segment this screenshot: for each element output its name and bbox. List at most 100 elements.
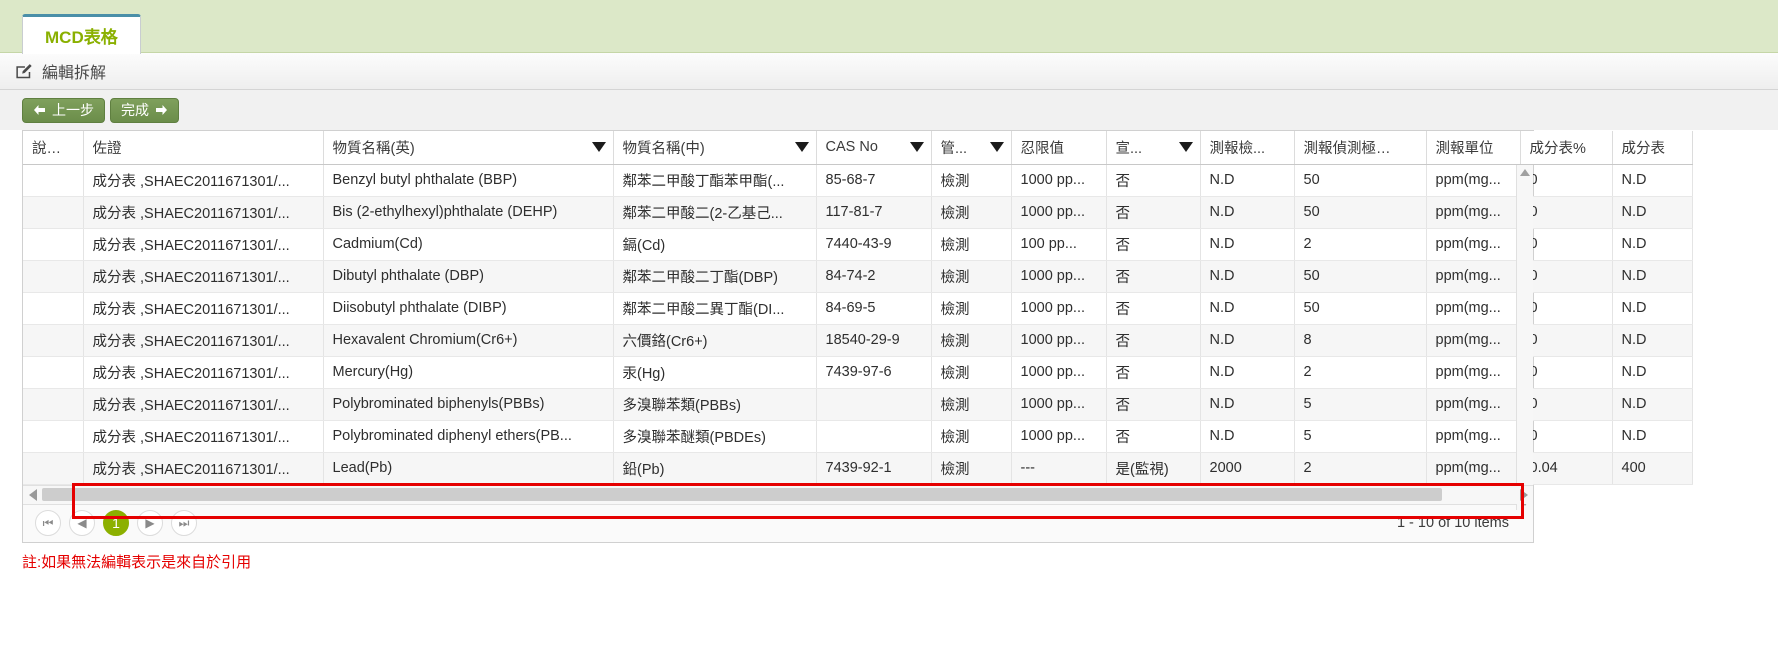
table-row[interactable]: 成分表 ,SHAEC2011671301/... Dibutyl phthalat… [23,260,1693,293]
column-header-evidence[interactable]: 佐證 [83,131,324,165]
column-header-label: 忍限值 [1020,140,1065,157]
cell-pct: 0 [1520,260,1613,293]
cell-limit: --- [1011,452,1107,485]
cell-test: N.D [1200,260,1295,293]
cell-evidence[interactable]: 成分表 ,SHAEC2011671301/... [83,292,324,325]
cell-limit: 1000 pp... [1011,196,1107,229]
wizard-toolbar: 上一步 完成 [0,90,1778,130]
cell-test: N.D [1200,420,1295,453]
arrow-left-icon [33,104,46,116]
cell-mdl: 50 [1294,260,1427,293]
next-page-icon[interactable]: ▶ [137,510,163,536]
scroll-left-icon[interactable] [23,488,42,501]
hscroll-thumb[interactable] [42,488,1442,501]
cell-name_zh: 鄰苯二甲酸丁酯苯甲酯(... [613,164,817,197]
prev-step-label: 上一步 [52,102,94,118]
cell-control: 檢測 [931,388,1012,421]
cell-name_en: Hexavalent Chromium(Cr6+) [323,324,614,357]
cell-pct: 0 [1520,228,1613,261]
cell-pct: 0 [1520,324,1613,357]
column-header-limit[interactable]: 忍限值 [1011,131,1107,165]
done-button[interactable]: 完成 [110,97,179,123]
tab-mcd-table[interactable]: MCD表格 [22,14,141,54]
filter-icon[interactable] [794,142,809,153]
cell-control: 檢測 [931,164,1012,197]
table-row[interactable]: 成分表 ,SHAEC2011671301/... Lead(Pb) 鉛(Pb) 743… [23,452,1693,485]
cell-control: 檢測 [931,260,1012,293]
column-header-unit[interactable]: 測報單位 [1426,131,1521,165]
table-row[interactable]: 成分表 ,SHAEC2011671301/... Benzyl butyl pht… [23,164,1693,197]
cell-unit: ppm(mg... [1426,292,1521,325]
column-header-label: 成分表% [1529,140,1586,157]
tab-strip: MCD表格 [0,0,1778,54]
column-header-pct[interactable]: 成分表% [1520,131,1613,165]
cell-mdl: 2 [1294,228,1427,261]
cell-pct2: N.D [1612,324,1693,357]
cell-name_zh: 鄰苯二甲酸二丁酯(DBP) [613,260,817,293]
prev-step-button[interactable]: 上一步 [22,97,105,123]
page-number-1[interactable]: 1 [103,510,129,536]
filter-icon[interactable] [1178,142,1193,153]
hscroll-track[interactable] [42,488,1514,501]
first-page-icon[interactable]: ⏮ [35,510,61,536]
cell-evidence[interactable]: 成分表 ,SHAEC2011671301/... [83,356,324,389]
cell-mdl: 5 [1294,420,1427,453]
cell-declare: 否 [1106,260,1201,293]
cell-evidence[interactable]: 成分表 ,SHAEC2011671301/... [83,420,324,453]
table-row[interactable]: 成分表 ,SHAEC2011671301/... Hexavalent Chrom… [23,324,1693,357]
column-header-test[interactable]: 測報檢... [1200,131,1295,165]
column-header-name_zh[interactable]: 物質名稱(中) [613,131,817,165]
cell-mdl: 50 [1294,196,1427,229]
cell-name_en: Polybrominated diphenyl ethers(PB... [323,420,614,453]
cell-name_en: Mercury(Hg) [323,356,614,389]
cell-evidence[interactable]: 成分表 ,SHAEC2011671301/... [83,260,324,293]
column-header-name_en[interactable]: 物質名稱(英) [323,131,614,165]
cell-evidence[interactable]: 成分表 ,SHAEC2011671301/... [83,228,324,261]
column-header-cas[interactable]: CAS No [816,131,932,165]
table-row[interactable]: 成分表 ,SHAEC2011671301/... Mercury(Hg) 汞(Hg)… [23,356,1693,389]
cell-test: N.D [1200,292,1295,325]
cell-name_zh: 汞(Hg) [613,356,817,389]
cell-evidence[interactable]: 成分表 ,SHAEC2011671301/... [83,452,324,485]
cell-evidence[interactable]: 成分表 ,SHAEC2011671301/... [83,196,324,229]
cell-pct2: N.D [1612,356,1693,389]
table-row[interactable]: 成分表 ,SHAEC2011671301/... Polybrominated b… [23,388,1693,421]
cell-declare: 否 [1106,324,1201,357]
prev-page-icon[interactable]: ◀ [69,510,95,536]
cell-evidence[interactable]: 成分表 ,SHAEC2011671301/... [83,388,324,421]
column-header-control[interactable]: 管... [931,131,1012,165]
cell-pct2: N.D [1612,260,1693,293]
table-row[interactable]: 成分表 ,SHAEC2011671301/... Cadmium(Cd) 鎘(Cd)… [23,228,1693,261]
cell-pct: 0 [1520,292,1613,325]
cell-name_zh: 鄰苯二甲酸二異丁酯(DI... [613,292,817,325]
cell-unit: ppm(mg... [1426,356,1521,389]
grid-horizontal-scrollbar[interactable] [23,484,1533,504]
last-page-icon[interactable]: ⏭ [171,510,197,536]
cell-name_zh: 多溴聯苯醚類(PBDEs) [613,420,817,453]
column-header-label: 成分表 [1621,140,1666,157]
cell-evidence[interactable]: 成分表 ,SHAEC2011671301/... [83,164,324,197]
table-row[interactable]: 成分表 ,SHAEC2011671301/... Diisobutyl phtha… [23,292,1693,325]
cell-desc [23,388,84,421]
cell-mdl: 2 [1294,452,1427,485]
scroll-right-icon[interactable] [1514,488,1533,501]
cell-evidence[interactable]: 成分表 ,SHAEC2011671301/... [83,324,324,357]
filter-icon[interactable] [989,142,1004,153]
table-row[interactable]: 成分表 ,SHAEC2011671301/... Polybrominated d… [23,420,1693,453]
cell-control: 檢測 [931,420,1012,453]
scroll-up-icon[interactable] [1520,169,1530,176]
cell-name_en: Cadmium(Cd) [323,228,614,261]
cell-declare: 否 [1106,420,1201,453]
filter-icon[interactable] [591,142,606,153]
cell-cas: 7439-92-1 [816,452,932,485]
column-header-desc[interactable]: 說明 [23,131,84,165]
column-header-mdl[interactable]: 測報偵測極限值 [1294,131,1427,165]
cell-limit: 1000 pp... [1011,260,1107,293]
filter-icon[interactable] [909,142,924,153]
cell-unit: ppm(mg... [1426,388,1521,421]
table-row[interactable]: 成分表 ,SHAEC2011671301/... Bis (2-ethylhexy… [23,196,1693,229]
column-header-pct2[interactable]: 成分表 [1612,131,1693,165]
column-header-declare[interactable]: 宣... [1106,131,1201,165]
grid-vertical-scrollbar[interactable] [1516,165,1533,510]
cell-pct: 0 [1520,196,1613,229]
